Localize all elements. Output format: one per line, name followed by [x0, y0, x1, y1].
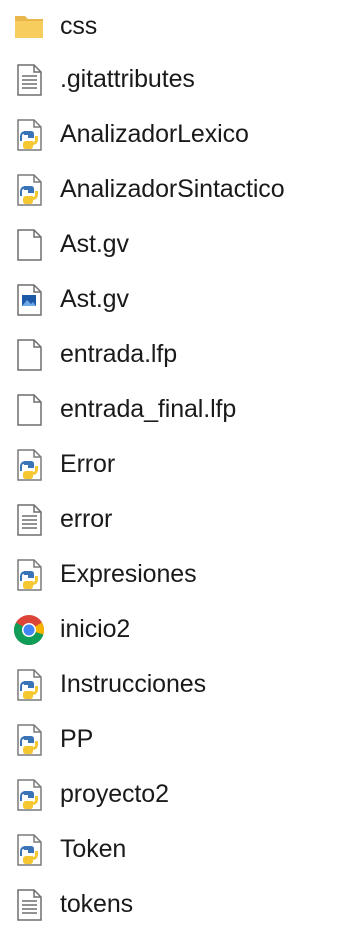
file-name: tokens — [60, 890, 134, 918]
file-name: AnalizadorSintactico — [60, 175, 285, 203]
file-item-error-txt[interactable]: error — [0, 492, 342, 547]
file-name: proyecto2 — [60, 780, 169, 808]
file-item-inicio2[interactable]: inicio2 — [0, 602, 342, 657]
file-item-analizadorlexico[interactable]: AnalizadorLexico — [0, 107, 342, 162]
python-file-icon — [11, 557, 47, 593]
text-file-icon — [11, 887, 47, 923]
file-item-ast-gv-image[interactable]: Ast.gv — [0, 272, 342, 327]
file-name: inicio2 — [60, 615, 131, 643]
python-file-icon — [11, 117, 47, 153]
file-name: entrada_final.lfp — [60, 395, 237, 423]
python-file-icon — [11, 447, 47, 483]
file-item-error-py[interactable]: Error — [0, 437, 342, 492]
folder-icon — [11, 8, 47, 44]
image-file-icon — [11, 282, 47, 318]
file-item-gitattributes[interactable]: .gitattributes — [0, 52, 342, 107]
file-item-ast-gv[interactable]: Ast.gv — [0, 217, 342, 272]
blank-file-icon — [11, 392, 47, 428]
file-name: entrada.lfp — [60, 340, 178, 368]
chrome-icon — [11, 612, 47, 648]
file-name: AnalizadorLexico — [60, 120, 249, 148]
file-item-tokens[interactable]: tokens — [0, 877, 342, 932]
file-name: Token — [60, 835, 127, 863]
file-name: Ast.gv — [60, 230, 129, 258]
blank-file-icon — [11, 227, 47, 263]
file-item-proyecto2[interactable]: proyecto2 — [0, 767, 342, 822]
file-item-pp[interactable]: PP — [0, 712, 342, 767]
python-file-icon — [11, 832, 47, 868]
file-item-instrucciones[interactable]: Instrucciones — [0, 657, 342, 712]
file-item-expresiones[interactable]: Expresiones — [0, 547, 342, 602]
file-item-entrada-lfp[interactable]: entrada.lfp — [0, 327, 342, 382]
python-file-icon — [11, 172, 47, 208]
file-item-css[interactable]: css — [0, 0, 342, 52]
file-item-entrada-final-lfp[interactable]: entrada_final.lfp — [0, 382, 342, 437]
file-name: Ast.gv — [60, 285, 129, 313]
file-item-token[interactable]: Token — [0, 822, 342, 877]
text-file-icon — [11, 62, 47, 98]
file-name: PP — [60, 725, 94, 753]
file-name: .gitattributes — [60, 65, 195, 93]
python-file-icon — [11, 667, 47, 703]
file-item-analizadorsintactico[interactable]: AnalizadorSintactico — [0, 162, 342, 217]
file-name: css — [60, 11, 98, 40]
file-list: css .gitattributes AnalizadorLexico Anal… — [0, 0, 342, 932]
file-name: Error — [60, 450, 116, 478]
text-file-icon — [11, 502, 47, 538]
blank-file-icon — [11, 337, 47, 373]
file-name: error — [60, 505, 113, 533]
python-file-icon — [11, 777, 47, 813]
file-name: Instrucciones — [60, 670, 206, 698]
python-file-icon — [11, 722, 47, 758]
file-name: Expresiones — [60, 560, 197, 588]
